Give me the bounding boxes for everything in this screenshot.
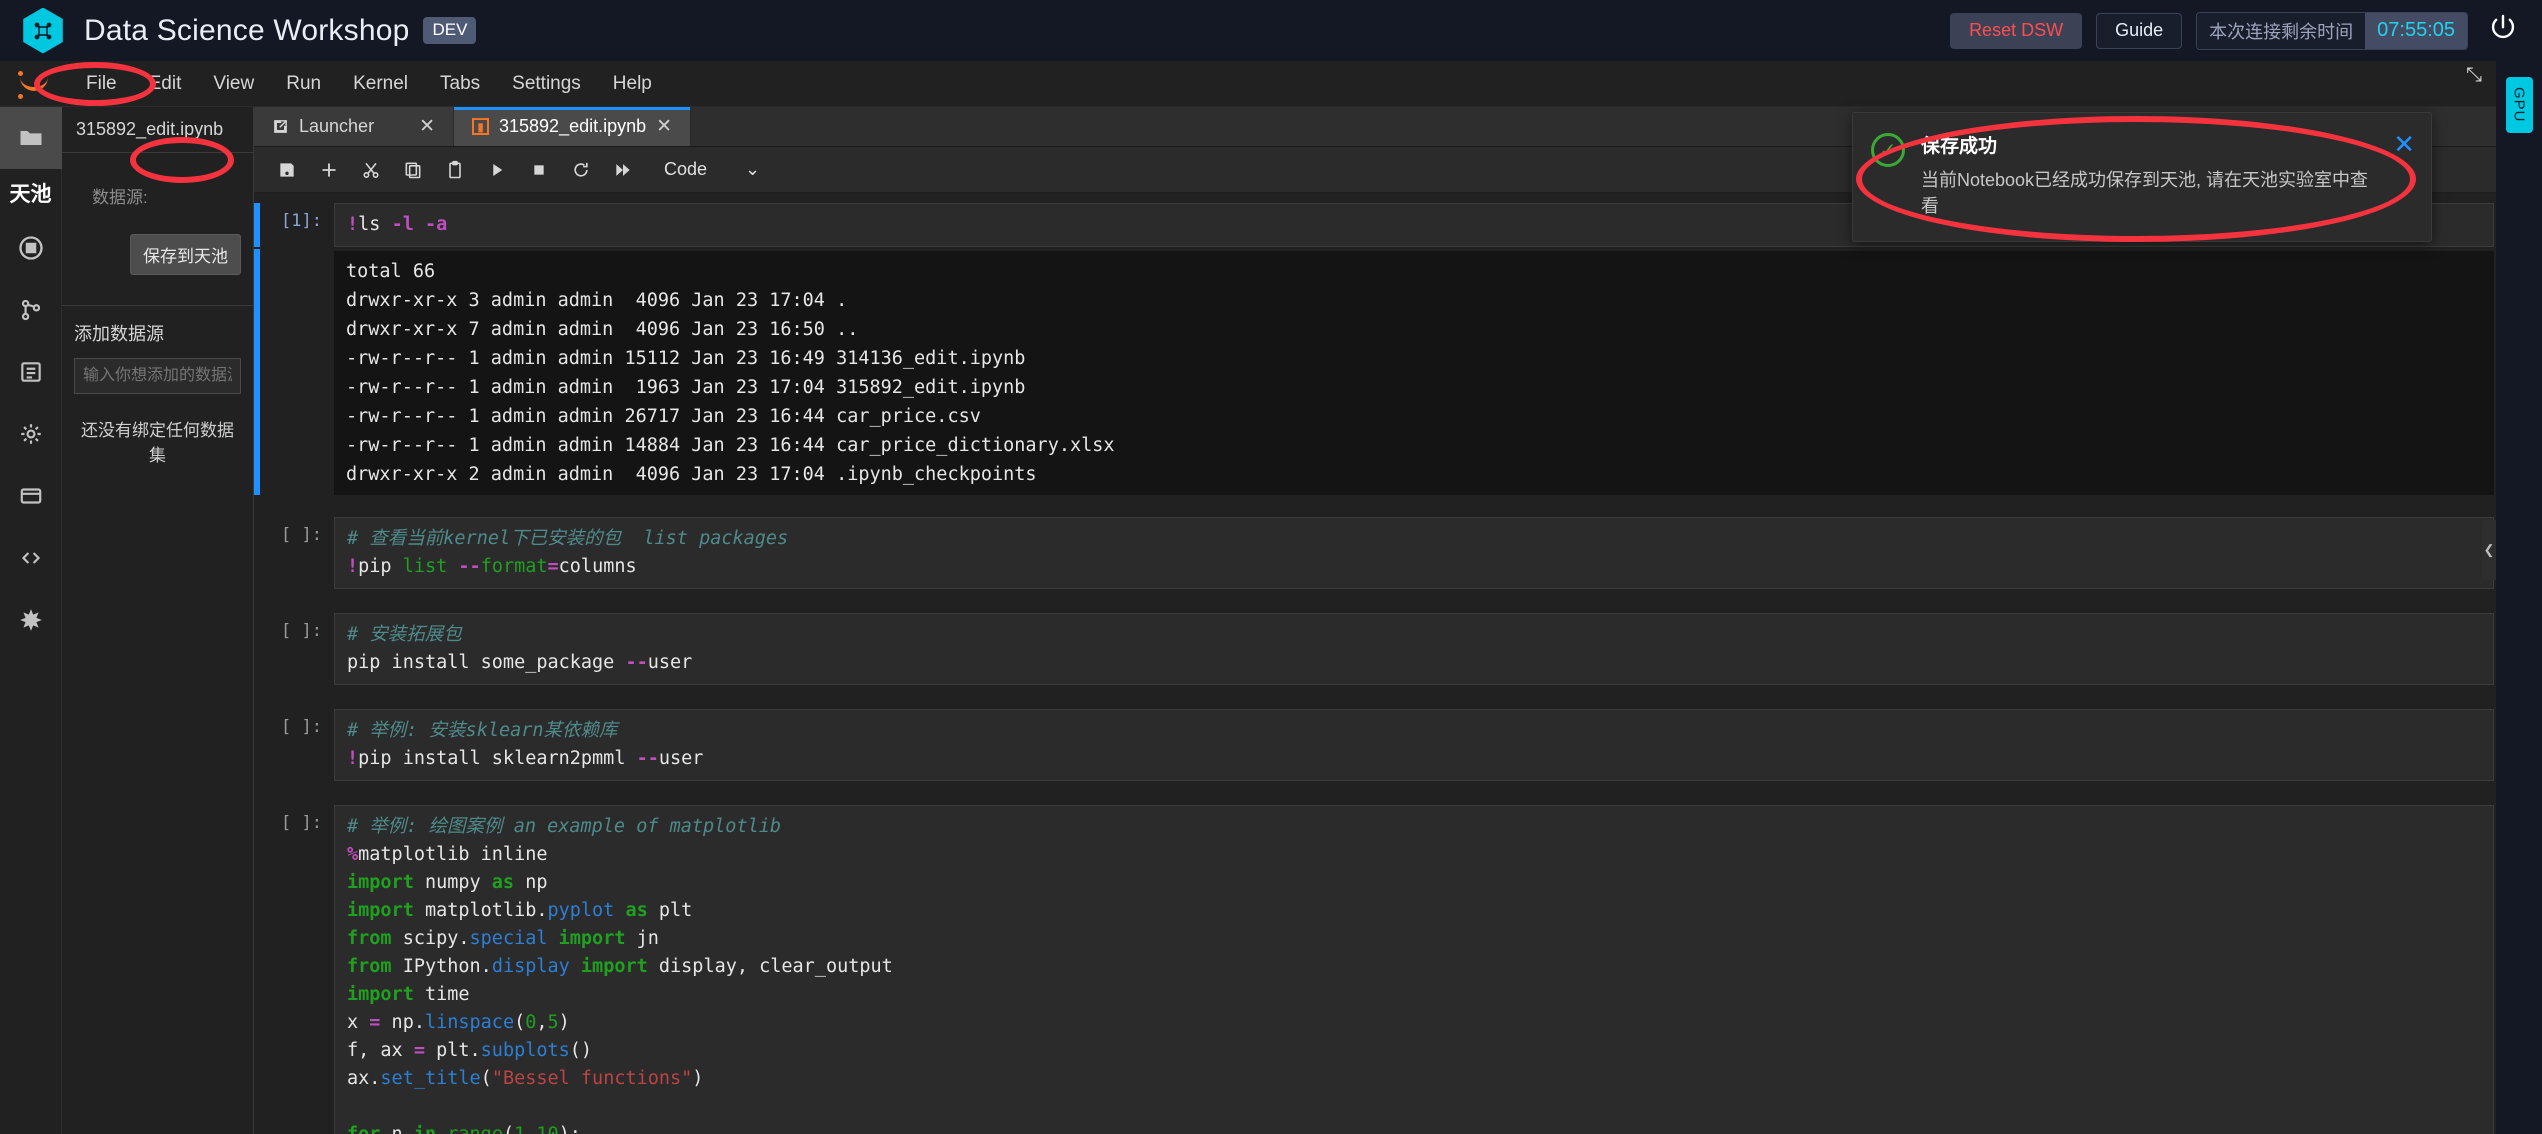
cell-prompt: [ ]: bbox=[281, 717, 322, 737]
sidebar-item-running-terminals[interactable] bbox=[0, 217, 62, 279]
sidebar-item-archive[interactable] bbox=[0, 465, 62, 527]
plus-icon[interactable] bbox=[310, 153, 348, 187]
cell-prompt: [1]: bbox=[281, 211, 322, 231]
cell-content: # 举例: 安装sklearn某依赖库 !pip install sklearn… bbox=[334, 709, 2494, 781]
notebook-cell[interactable]: [ ]: # 举例: 绘图案例 an example of matplotlib… bbox=[254, 805, 2542, 1134]
tianchi-panel: 315892_edit.ipynb 数据源: 保存到天池 添加数据源 还没有绑定… bbox=[62, 107, 254, 1134]
cell-content: # 查看当前kernel下已安装的包 list packages !pip li… bbox=[334, 517, 2494, 589]
menu-settings[interactable]: Settings bbox=[498, 69, 595, 99]
copy-icon[interactable] bbox=[394, 153, 432, 187]
toast-message: 当前Notebook已经成功保存到天池, 请在天池实验室中查看 bbox=[1921, 170, 2369, 216]
gpu-indicator[interactable]: GPU bbox=[2505, 77, 2533, 133]
play-icon[interactable] bbox=[478, 153, 516, 187]
sidebar-item-code-snippets[interactable] bbox=[0, 527, 62, 589]
datasource-label: 数据源: bbox=[92, 188, 148, 207]
chevron-down-icon: ⌄ bbox=[745, 159, 761, 179]
tab-launcher[interactable]: Launcher ✕ bbox=[254, 107, 454, 146]
cell-editor[interactable]: # 安装拓展包 pip install some_package --user bbox=[334, 613, 2494, 685]
activity-bar: 天池 bbox=[0, 107, 62, 1134]
session-timer-value: 07:55:05 bbox=[2365, 12, 2467, 49]
tab-notebook-label: 315892_edit.ipynb bbox=[499, 116, 647, 136]
save-success-toast: ✓ 保存成功 当前Notebook已经成功保存到天池, 请在天池实验室中查看 ✕ bbox=[1852, 112, 2432, 242]
fast-forward-icon[interactable] bbox=[604, 153, 642, 187]
sidebar-item-table-of-contents[interactable] bbox=[0, 341, 62, 403]
cell-content: # 安装拓展包 pip install some_package --user bbox=[334, 613, 2494, 685]
tab-launcher-label: Launcher bbox=[299, 116, 375, 136]
panel-body: 数据源: 保存到天池 bbox=[62, 153, 253, 275]
jupyter-menubar: File Edit View Run Kernel Tabs Settings … bbox=[0, 61, 2542, 107]
notebook-icon: ▮ bbox=[472, 118, 489, 135]
session-timer-label: 本次连接剩余时间 bbox=[2197, 12, 2366, 49]
stop-icon[interactable] bbox=[520, 153, 558, 187]
launcher-icon bbox=[272, 118, 289, 135]
notebook-cell[interactable]: [ ]: # 查看当前kernel下已安装的包 list packages !p… bbox=[254, 517, 2542, 589]
save-to-tianchi-button[interactable]: 保存到天池 bbox=[130, 234, 241, 275]
toast-title: 保存成功 bbox=[1921, 136, 1998, 157]
jupyter-logo-icon bbox=[14, 69, 56, 99]
notebook-cell[interactable]: [ ]: # 举例: 安装sklearn某依赖库 !pip install sk… bbox=[254, 709, 2542, 781]
no-dataset-message: 还没有绑定任何数据集 bbox=[81, 421, 234, 465]
guide-button[interactable]: Guide bbox=[2096, 12, 2183, 49]
cell-output-text: total 66 drwxr-xr-x 3 admin admin 4096 J… bbox=[334, 251, 2494, 495]
save-row: 保存到天池 bbox=[74, 234, 241, 275]
menu-tabs[interactable]: Tabs bbox=[426, 69, 494, 99]
notebook-scroll-area[interactable]: [1]: !ls -l -a total 66 drwxr-xr-x 3 adm… bbox=[254, 193, 2542, 1134]
menu-file[interactable]: File bbox=[72, 69, 131, 99]
main-area: Launcher ✕ ▮ 315892_edit.ipynb ✕ Code ⌄ … bbox=[254, 107, 2542, 1134]
toast-body: 保存成功 当前Notebook已经成功保存到天池, 请在天池实验室中查看 bbox=[1921, 131, 2383, 241]
collapse-right-panel-handle[interactable]: ❮ bbox=[2482, 520, 2496, 580]
menu-help[interactable]: Help bbox=[599, 69, 666, 99]
expand-icon[interactable]: ⤡ bbox=[2466, 64, 2482, 87]
cell-type-select[interactable]: Code ⌄ bbox=[664, 159, 760, 180]
header-actions: Reset DSW Guide 本次连接剩余时间 07:55:05 bbox=[1950, 11, 2520, 50]
tab-notebook-close-icon[interactable]: ✕ bbox=[656, 115, 672, 138]
cell-prompt: [ ]: bbox=[281, 621, 322, 641]
save-icon[interactable] bbox=[268, 153, 306, 187]
cell-editor[interactable]: # 举例: 绘图案例 an example of matplotlib %mat… bbox=[334, 805, 2494, 1134]
right-edge-bar: GPU bbox=[2496, 61, 2542, 1134]
close-icon[interactable]: ✕ bbox=[2393, 131, 2415, 241]
check-circle-icon: ✓ bbox=[1871, 133, 1905, 167]
cell-content: # 举例: 绘图案例 an example of matplotlib %mat… bbox=[334, 805, 2494, 1134]
restart-icon[interactable] bbox=[562, 153, 600, 187]
menu-edit[interactable]: Edit bbox=[135, 69, 196, 99]
cell-output-row: total 66 drwxr-xr-x 3 admin admin 4096 J… bbox=[254, 249, 2542, 495]
sidebar-item-extensions[interactable] bbox=[0, 589, 62, 651]
add-datasource-input[interactable] bbox=[74, 358, 241, 394]
cell-editor[interactable]: # 举例: 安装sklearn某依赖库 !pip install sklearn… bbox=[334, 709, 2494, 781]
cell-prompt: [ ]: bbox=[281, 813, 322, 833]
sidebar-item-file-browser[interactable] bbox=[0, 107, 62, 169]
menu-items: File Edit View Run Kernel Tabs Settings … bbox=[70, 69, 668, 99]
app-header: Data Science Workshop DEV Reset DSW Guid… bbox=[0, 0, 2542, 61]
sidebar-item-git[interactable] bbox=[0, 279, 62, 341]
add-datasource-section: 添加数据源 还没有绑定任何数据集 bbox=[62, 305, 253, 466]
tab-launcher-close-icon[interactable]: ✕ bbox=[419, 115, 435, 138]
menu-kernel[interactable]: Kernel bbox=[339, 69, 422, 99]
app-title: Data Science Workshop bbox=[84, 13, 410, 47]
sidebar-item-property-inspector[interactable] bbox=[0, 403, 62, 465]
panel-filename: 315892_edit.ipynb bbox=[62, 107, 253, 153]
output-content: total 66 drwxr-xr-x 3 admin admin 4096 J… bbox=[334, 249, 2494, 495]
notebook-cell[interactable]: [ ]: # 安装拓展包 pip install some_package --… bbox=[254, 613, 2542, 685]
power-icon[interactable] bbox=[2486, 11, 2520, 50]
add-datasource-title: 添加数据源 bbox=[74, 324, 164, 344]
clipboard-icon[interactable] bbox=[436, 153, 474, 187]
menu-run[interactable]: Run bbox=[272, 69, 335, 99]
env-badge: DEV bbox=[423, 17, 477, 44]
menu-view[interactable]: View bbox=[199, 69, 268, 99]
output-prompt bbox=[260, 249, 334, 495]
tab-notebook[interactable]: ▮ 315892_edit.ipynb ✕ bbox=[454, 107, 692, 146]
scissors-icon[interactable] bbox=[352, 153, 390, 187]
cell-prompt: [ ]: bbox=[281, 525, 322, 545]
tianchi-logo-icon bbox=[23, 7, 63, 54]
cell-type-value: Code bbox=[664, 159, 708, 179]
cell-editor[interactable]: # 查看当前kernel下已安装的包 list packages !pip li… bbox=[334, 517, 2494, 589]
session-timer: 本次连接剩余时间 07:55:05 bbox=[2196, 11, 2468, 50]
reset-dsw-button[interactable]: Reset DSW bbox=[1950, 12, 2083, 49]
sidebar-item-tianchi[interactable]: 天池 bbox=[0, 169, 62, 217]
